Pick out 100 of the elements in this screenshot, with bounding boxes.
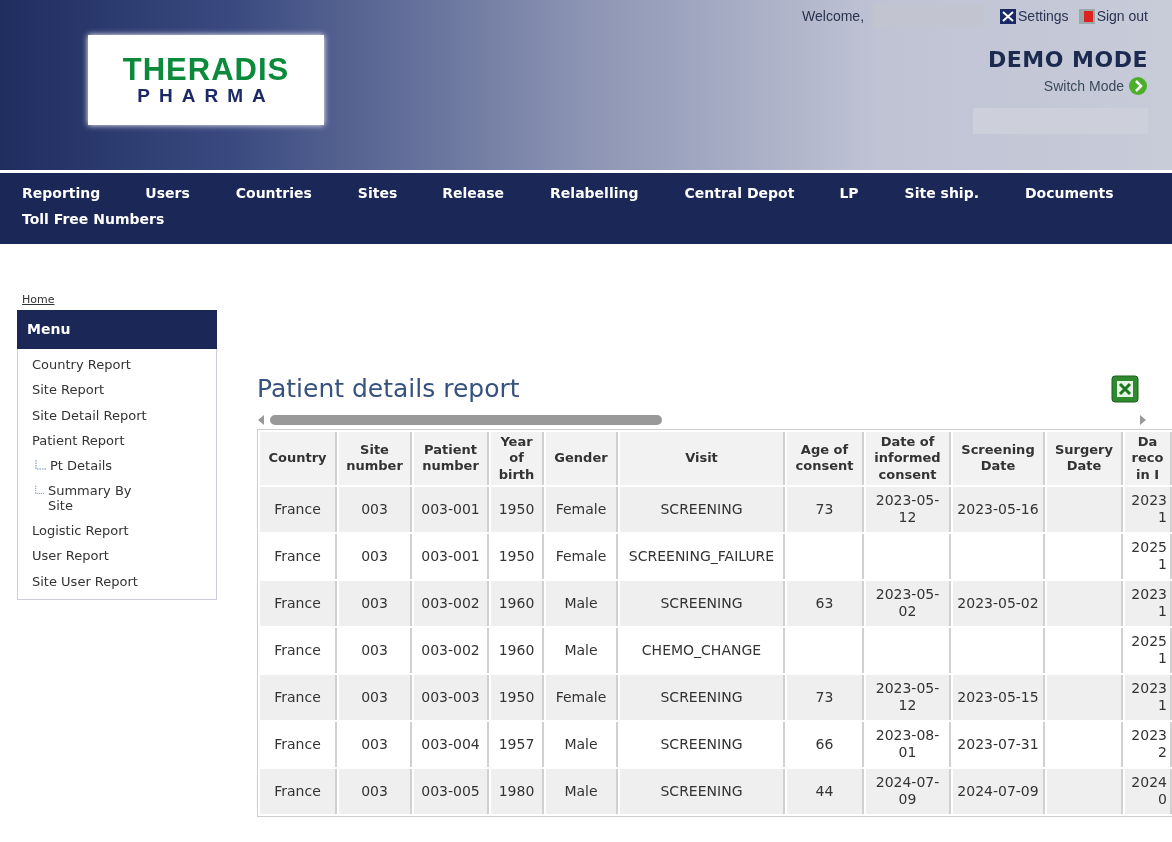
table-cell: Female xyxy=(546,533,618,579)
table-cell: Male xyxy=(546,580,618,626)
nav-link[interactable]: Sites xyxy=(357,185,398,201)
table-cell: Male xyxy=(546,721,618,767)
scroll-right-icon[interactable] xyxy=(1139,415,1147,425)
nav-link[interactable]: Users xyxy=(145,185,190,201)
sign-out-link[interactable]: Sign out xyxy=(1078,8,1148,24)
nav-link[interactable]: Site ship. xyxy=(904,185,979,201)
column-header: Year of birth xyxy=(491,432,544,485)
table-cell: 003-001 xyxy=(414,533,489,579)
table-cell: 003-004 xyxy=(414,721,489,767)
table-cell: 003-002 xyxy=(414,580,489,626)
table-cell: 1950 xyxy=(491,486,544,532)
table-cell: SCREENING_FAILURE xyxy=(620,533,785,579)
nav-link[interactable]: Relabelling xyxy=(550,185,639,201)
table-cell: Male xyxy=(546,627,618,673)
column-header: Patient number xyxy=(414,432,489,485)
table-cell: 003 xyxy=(339,674,412,720)
table-cell: SCREENING xyxy=(620,580,785,626)
table-cell: 1957 xyxy=(491,721,544,767)
sign-out-icon xyxy=(1078,8,1095,24)
table-cell: CHEMO_CHANGE xyxy=(620,627,785,673)
table-cell: SCREENING xyxy=(620,768,785,814)
table-cell: 1960 xyxy=(491,580,544,626)
table-cell: 003 xyxy=(339,533,412,579)
table-cell: 1980 xyxy=(491,768,544,814)
table-cell: 2023 1 xyxy=(1125,580,1172,626)
breadcrumb-link[interactable]: Home xyxy=(22,293,55,306)
welcome-text: Welcome, xyxy=(802,8,865,24)
tree-branch-icon xyxy=(34,484,46,497)
menu-item[interactable]: Site Report xyxy=(18,378,216,404)
logo-subtitle: PHARMA xyxy=(137,84,275,107)
table-cell: 2025 1 xyxy=(1125,627,1172,673)
nav-link[interactable]: LP xyxy=(839,185,859,201)
column-header: Visit xyxy=(620,432,785,485)
menu-header: Menu xyxy=(17,310,217,349)
menu-item[interactable]: Site User Report xyxy=(18,569,216,595)
table-cell: 73 xyxy=(787,486,864,532)
table-cell: 003-005 xyxy=(414,768,489,814)
scrollbar-thumb[interactable] xyxy=(269,415,662,425)
table-cell: France xyxy=(260,627,337,673)
nav-link[interactable]: Central Depot xyxy=(684,185,795,201)
table-cell: 2023-07-31 xyxy=(953,721,1045,767)
menu-item[interactable]: Pt Details xyxy=(18,454,144,480)
table-cell: 2023-05-12 xyxy=(866,674,951,720)
nav-link[interactable]: Toll Free Numbers xyxy=(22,211,165,227)
column-header: Surgery Date xyxy=(1047,432,1123,485)
table-cell: 2023-05-02 xyxy=(866,580,951,626)
column-header: Age of consent xyxy=(787,432,864,485)
table-cell: 2023-05-15 xyxy=(953,674,1045,720)
table-cell: France xyxy=(260,674,337,720)
table-cell: 73 xyxy=(787,674,864,720)
menu-item[interactable]: Site Detail Report xyxy=(18,403,216,429)
table-cell: 44 xyxy=(787,768,864,814)
table-cell: 2023 1 xyxy=(1125,486,1172,532)
column-header: Site number xyxy=(339,432,412,485)
menu-item[interactable]: Logistic Report xyxy=(18,519,216,545)
table-cell: France xyxy=(260,533,337,579)
column-header: Screening Date xyxy=(953,432,1045,485)
nav-link[interactable]: Countries xyxy=(235,185,312,201)
table-cell: France xyxy=(260,768,337,814)
table-cell: 2024-07-09 xyxy=(866,768,951,814)
excel-export-icon[interactable] xyxy=(1111,374,1139,403)
table-cell: 003 xyxy=(339,580,412,626)
menu-item[interactable]: User Report xyxy=(18,544,216,570)
switch-mode-link[interactable]: Switch Mode xyxy=(1043,76,1148,96)
table-cell: 1960 xyxy=(491,627,544,673)
table-cell: 003 xyxy=(339,721,412,767)
menu-item[interactable]: Patient Report xyxy=(18,428,216,455)
table-cell: 1950 xyxy=(491,674,544,720)
column-header: Date of informed consent xyxy=(866,432,951,485)
table-cell: 63 xyxy=(787,580,864,626)
tree-branch-icon xyxy=(34,459,48,472)
menu-item[interactable]: Summary By Site xyxy=(18,479,144,520)
table-cell: 2023-05-12 xyxy=(866,486,951,532)
nav-link[interactable]: Release xyxy=(442,185,505,201)
table-cell: Male xyxy=(546,768,618,814)
mode-label: DEMO MODE xyxy=(988,47,1148,72)
table-cell: France xyxy=(260,486,337,532)
settings-icon xyxy=(1000,8,1017,24)
nav-link[interactable]: Reporting xyxy=(22,185,101,201)
column-header: Da reco in I xyxy=(1125,432,1172,485)
table-cell: France xyxy=(260,580,337,626)
table-cell: 2023 2 xyxy=(1125,721,1172,767)
table-cell: SCREENING xyxy=(620,674,785,720)
nav-link[interactable]: Documents xyxy=(1025,185,1114,201)
settings-link[interactable]: Settings xyxy=(1000,8,1069,24)
table-cell: 003-002 xyxy=(414,627,489,673)
table-cell: 2023-08-01 xyxy=(866,721,951,767)
table-cell: France xyxy=(260,721,337,767)
table-cell: 003-001 xyxy=(414,486,489,532)
table-cell: 2025 1 xyxy=(1125,533,1172,579)
table-cell: 2023-05-16 xyxy=(953,486,1045,532)
scroll-left-icon[interactable] xyxy=(257,415,265,425)
table-cell: SCREENING xyxy=(620,486,785,532)
table-cell: 66 xyxy=(787,721,864,767)
table-cell: Female xyxy=(546,674,618,720)
table-cell: 2024-07-09 xyxy=(953,768,1045,814)
column-header: Gender xyxy=(546,432,618,485)
menu-item[interactable]: Country Report xyxy=(18,353,216,379)
